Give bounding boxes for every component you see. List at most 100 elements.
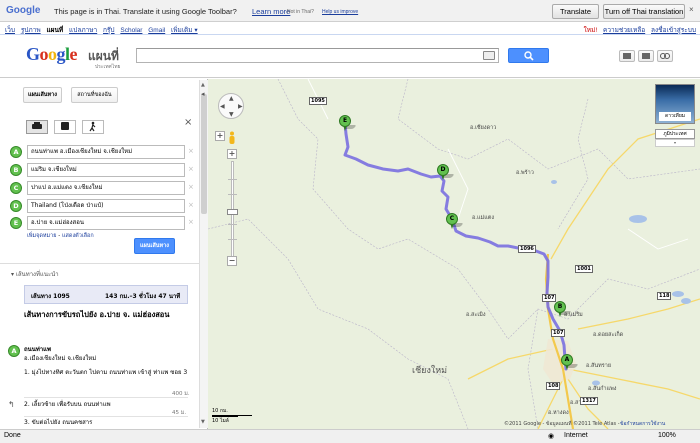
zoom-tick bbox=[228, 194, 237, 195]
route-number-badge: 1096 bbox=[518, 245, 536, 253]
nav-scholar[interactable]: Scholar bbox=[120, 27, 142, 34]
start-marker-icon[interactable]: A bbox=[8, 345, 20, 357]
waypoint-c-input[interactable]: ปาแป อ.แม่แตง จ.เชียงใหม่ bbox=[27, 181, 185, 195]
satellite-label[interactable]: ดาวเทียม bbox=[659, 112, 691, 121]
marker-c-icon[interactable]: C bbox=[10, 182, 22, 194]
remove-icon[interactable]: × bbox=[188, 218, 194, 226]
marker-b-icon[interactable]: B bbox=[10, 164, 22, 176]
divider bbox=[0, 263, 206, 264]
help-improve-link[interactable]: Help us improve bbox=[322, 9, 358, 15]
map-marker-c[interactable]: C bbox=[446, 213, 464, 229]
mode-walk[interactable] bbox=[82, 120, 104, 134]
search-input[interactable] bbox=[136, 48, 499, 63]
translate-message: This page is in Thai. Translate it using… bbox=[54, 7, 237, 16]
suggested-route[interactable]: เส้นทาง 1095 143 กม.–3 ชั่วโมง 47 นาที bbox=[24, 285, 188, 304]
marker-a-icon[interactable]: A bbox=[10, 146, 22, 158]
get-directions-button[interactable]: แผนเส้นทาง bbox=[134, 238, 175, 254]
close-directions-icon[interactable]: × bbox=[184, 117, 192, 128]
waypoint-a-input[interactable]: ถนนท่าแพ อ.เมืองเชียงใหม่ จ.เชียงใหม่ bbox=[27, 145, 185, 159]
pan-down-icon[interactable]: ▼ bbox=[229, 111, 234, 118]
nav-groups[interactable]: กรุ๊ป bbox=[103, 27, 115, 34]
zoom-slider-thumb[interactable] bbox=[227, 209, 238, 215]
nav-web[interactable]: เว็บ bbox=[5, 27, 15, 34]
turn-off-translation-button[interactable]: Turn off Thai translation bbox=[603, 4, 685, 19]
route-number-badge: 1001 bbox=[575, 265, 593, 273]
not-in-thai-link[interactable]: Not in Thai? bbox=[287, 9, 314, 15]
zoom-in-small-button[interactable]: + bbox=[215, 131, 225, 141]
pan-left-icon[interactable]: ◀ bbox=[220, 103, 225, 110]
help-link[interactable]: ความช่วยเหลือ bbox=[603, 27, 645, 34]
google-maps-logo[interactable]: Google bbox=[26, 44, 78, 65]
print-icon[interactable] bbox=[619, 50, 635, 62]
tab-my-places[interactable]: สถานที่ของฉัน bbox=[71, 87, 118, 103]
map-place-label: อ.สะเมิง bbox=[466, 312, 486, 318]
nav-gmail[interactable]: Gmail bbox=[148, 27, 165, 34]
direction-step[interactable]: 3. ขับต่อไปยัง ถนนคชสาร bbox=[24, 419, 194, 427]
keyboard-icon[interactable] bbox=[483, 51, 495, 60]
add-destination-link[interactable]: เพิ่มจุดหมาย bbox=[27, 233, 57, 239]
sign-in-link[interactable]: ลงชื่อเข้าสู่ระบบ bbox=[651, 27, 696, 34]
learn-more-link[interactable]: Learn more bbox=[252, 7, 290, 16]
direction-step[interactable]: 1. มุ่งไปทางทิศ ตะวันตก ไปตาม ถนนท่าแพ เ… bbox=[24, 369, 194, 377]
route-number-badge: 1317 bbox=[580, 397, 598, 405]
nav-more[interactable]: เพิ่มเติม ▾ bbox=[171, 27, 198, 34]
nav-translate[interactable]: แปลภาษา bbox=[69, 27, 97, 34]
remove-icon[interactable]: × bbox=[188, 147, 194, 155]
email-icon[interactable] bbox=[638, 50, 654, 62]
remove-icon[interactable]: × bbox=[188, 183, 194, 191]
translate-button[interactable]: Translate bbox=[552, 4, 599, 19]
pan-right-icon[interactable]: ▶ bbox=[238, 103, 243, 110]
remove-icon[interactable]: × bbox=[188, 165, 194, 173]
pegman-icon[interactable] bbox=[228, 131, 236, 145]
mode-car[interactable] bbox=[26, 120, 48, 134]
browser-status-bar: Done ◉ Internet 100% bbox=[0, 429, 700, 443]
marker-e-icon[interactable]: E bbox=[10, 217, 22, 229]
turn-left-icon: ↰ bbox=[8, 400, 15, 409]
nav-maps[interactable]: แผนที่ bbox=[46, 27, 63, 34]
walk-icon bbox=[89, 121, 96, 132]
scroll-down-icon[interactable]: ▼ bbox=[201, 419, 205, 425]
panel-scrollbar[interactable]: ▲ ▼ bbox=[199, 80, 208, 428]
scrollbar-thumb[interactable] bbox=[201, 94, 207, 214]
map-marker-e[interactable]: E bbox=[339, 115, 357, 131]
pan-up-icon[interactable]: ▲ bbox=[229, 95, 234, 102]
suggested-routes-heading[interactable]: ▾ เส้นทางที่แนะนำ bbox=[11, 269, 59, 279]
zoom-out-button[interactable]: − bbox=[227, 256, 237, 266]
map-marker-a[interactable]: A bbox=[561, 354, 579, 370]
directions-panel: แผนเส้นทาง สถานที่ของฉัน × A ถนนท่าแพ อ.… bbox=[0, 79, 208, 429]
search-button[interactable] bbox=[508, 48, 549, 63]
waypoint-b-input[interactable]: แม่ริม จ.เชียงใหม่ bbox=[27, 163, 185, 177]
mode-transit[interactable] bbox=[54, 120, 76, 134]
map-type-more-icon[interactable]: ▾ bbox=[655, 139, 695, 147]
close-icon[interactable]: × bbox=[689, 5, 694, 14]
tab-directions[interactable]: แผนเส้นทาง bbox=[23, 87, 62, 103]
remove-icon[interactable]: × bbox=[188, 201, 194, 209]
zoom-in-button[interactable]: + bbox=[227, 149, 237, 159]
link-icon[interactable] bbox=[657, 50, 673, 62]
direction-step[interactable]: 2. เลี้ยวซ้าย เพื่อรับบน ถนนท่าแพ bbox=[24, 401, 194, 409]
nav-images[interactable]: รูปภาพ bbox=[21, 27, 41, 34]
map-place-label: อ.สันทราย bbox=[586, 363, 612, 369]
scroll-up-icon[interactable]: ▲ bbox=[201, 82, 205, 88]
pan-control[interactable]: ▲ ◀ ▶ ▼ bbox=[218, 93, 244, 119]
map-marker-b[interactable]: B bbox=[554, 301, 572, 317]
terrain-button[interactable]: ภูมิประเทศ bbox=[655, 129, 695, 139]
waypoint-e-input[interactable]: อ.ปาย จ.แม่ฮ่องสอน bbox=[27, 216, 185, 230]
directions-title: เส้นทางการขับรถไปยัง อ.ปาย จ. แม่ฮ่องสอน bbox=[24, 310, 170, 319]
collapse-panel-icon[interactable]: ◂ bbox=[201, 90, 205, 98]
terms-link[interactable]: ข้อกำหนดการใช้งาน bbox=[620, 420, 665, 428]
route-number-badge: 107 bbox=[551, 329, 566, 337]
map-marker-d[interactable]: D bbox=[437, 164, 455, 180]
waypoint-e: E อ.ปาย จ.แม่ฮ่องสอน × bbox=[10, 215, 200, 232]
globe-icon: ◉ bbox=[548, 433, 555, 440]
zoom-tick bbox=[228, 224, 237, 225]
map-place-label: อ.พร้าว bbox=[516, 170, 534, 176]
map-canvas[interactable]: อ.เชียงดาว อ.พร้าว อ.แม่แตง อ.สะเมิง อ.แ… bbox=[208, 79, 700, 429]
zoom-level[interactable]: 100% bbox=[658, 432, 676, 439]
map-graphics bbox=[208, 79, 700, 429]
security-zone: Internet bbox=[564, 432, 588, 439]
status-text: Done bbox=[4, 432, 21, 439]
waypoint-d-input[interactable]: Thailand (โป่งเดือด ป่าแป๋) bbox=[27, 199, 185, 213]
show-options-link[interactable]: แสดงตัวเลือก bbox=[62, 233, 94, 239]
marker-d-icon[interactable]: D bbox=[10, 200, 22, 212]
